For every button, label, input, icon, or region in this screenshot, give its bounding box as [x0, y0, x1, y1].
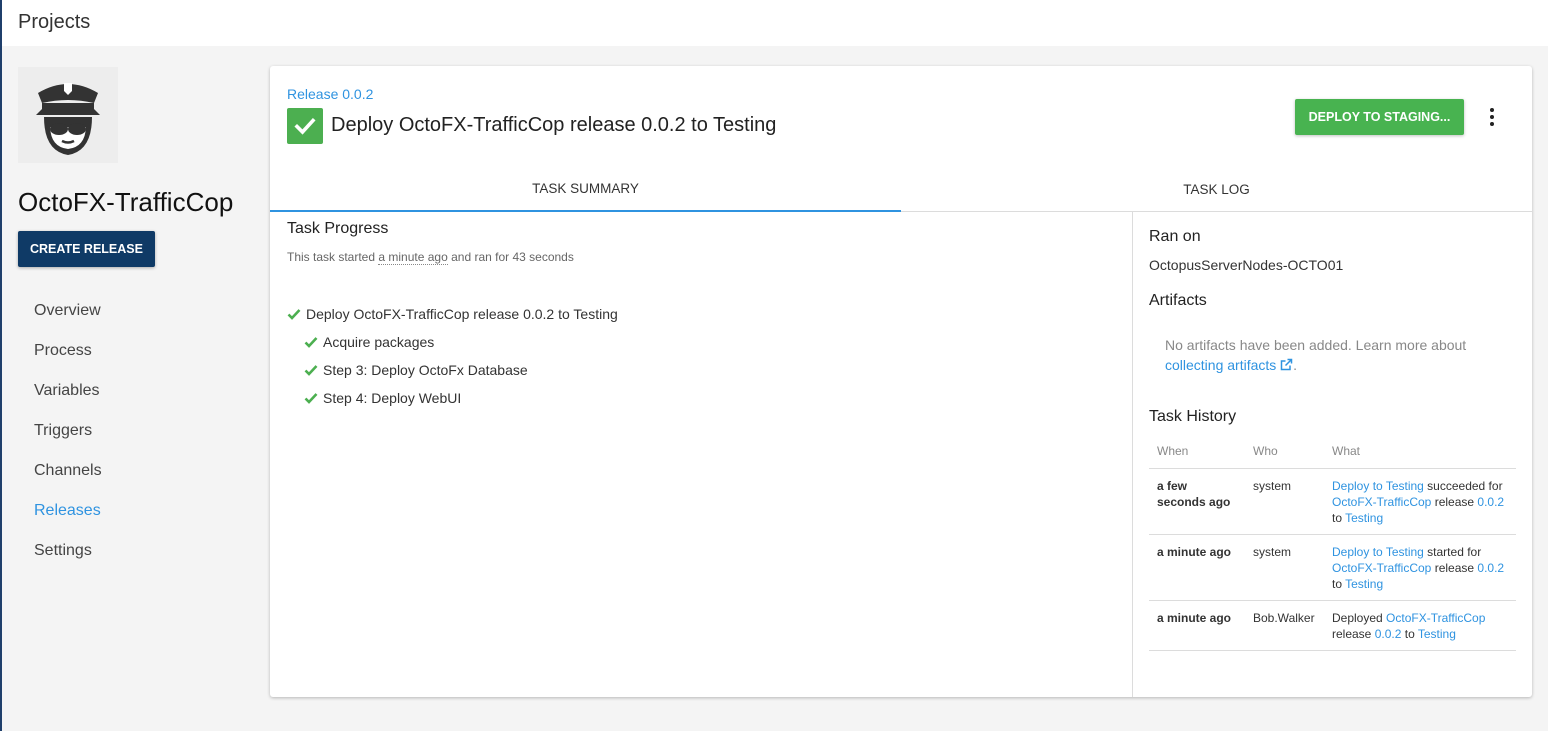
task-tabs: TASK SUMMARY TASK LOG: [270, 166, 1532, 212]
task-history-table: When Who What a few seconds ago system D…: [1149, 434, 1516, 651]
release-version-link[interactable]: 0.0.2: [1477, 561, 1504, 575]
column-what: What: [1324, 434, 1516, 469]
success-status-badge: [287, 108, 323, 144]
history-when: a minute ago: [1149, 534, 1245, 601]
nav-item-overview[interactable]: Overview: [34, 302, 102, 342]
task-title: Deploy OctoFX-TrafficCop release 0.0.2 t…: [331, 114, 777, 136]
release-version-link[interactable]: 0.0.2: [1477, 495, 1504, 509]
history-text: to: [1401, 626, 1418, 641]
check-icon: [304, 336, 318, 348]
task-details-pane: Ran on OctopusServerNodes-OCTO01 Artifac…: [1132, 212, 1532, 697]
nav-item-channels[interactable]: Channels: [34, 462, 102, 502]
step-label: Deploy OctoFX-TrafficCop release 0.0.2 t…: [306, 306, 618, 322]
tab-task-log[interactable]: TASK LOG: [901, 166, 1532, 212]
task-link[interactable]: Deploy to Testing: [1332, 479, 1424, 493]
project-name: OctoFX-TrafficCop: [18, 187, 234, 217]
project-link[interactable]: OctoFX-TrafficCop: [1386, 611, 1485, 625]
external-link-icon: [1280, 358, 1293, 371]
task-step[interactable]: Step 4: Deploy WebUI: [287, 384, 618, 412]
tab-task-summary[interactable]: TASK SUMMARY: [270, 166, 901, 212]
summary-prefix: This task started: [287, 250, 379, 264]
police-officer-icon: [36, 83, 100, 155]
table-header-row: When Who What: [1149, 434, 1516, 469]
nav-item-triggers[interactable]: Triggers: [34, 422, 102, 462]
task-step[interactable]: Acquire packages: [287, 328, 618, 356]
task-history-heading: Task History: [1149, 408, 1237, 425]
link-label: collecting artifacts: [1165, 357, 1277, 373]
history-who: Bob.Walker: [1245, 600, 1324, 651]
summary-suffix: and ran for 43 seconds: [447, 250, 574, 264]
table-row: a few seconds ago system Deploy to Testi…: [1149, 468, 1516, 535]
table-row: a minute ago Bob.Walker Deployed OctoFX-…: [1149, 600, 1516, 651]
page-title: Projects: [18, 11, 91, 33]
nav-item-process[interactable]: Process: [34, 342, 102, 382]
deploy-to-staging-button[interactable]: DEPLOY TO STAGING...: [1295, 99, 1464, 135]
release-link[interactable]: Release 0.0.2: [287, 86, 373, 102]
task-link[interactable]: Deploy to Testing: [1332, 545, 1424, 559]
check-icon: [294, 117, 316, 135]
ran-on-heading: Ran on: [1149, 228, 1201, 245]
task-progress-heading: Task Progress: [287, 220, 389, 237]
ran-on-value: OctopusServerNodes-OCTO01: [1149, 257, 1344, 273]
history-text: Deployed: [1332, 610, 1387, 625]
column-who: Who: [1245, 434, 1324, 469]
artifacts-heading: Artifacts: [1149, 292, 1207, 309]
nav-item-settings[interactable]: Settings: [34, 542, 102, 582]
release-version-link[interactable]: 0.0.2: [1375, 627, 1402, 641]
history-text: to: [1332, 576, 1346, 591]
history-text: release: [1332, 626, 1375, 641]
artifacts-period: .: [1293, 357, 1298, 373]
history-text: started for: [1423, 544, 1482, 559]
environment-link[interactable]: Testing: [1418, 627, 1456, 641]
artifacts-text: No artifacts have been added. Learn more…: [1165, 337, 1467, 353]
nav-item-releases[interactable]: Releases: [34, 502, 102, 542]
task-step-tree: Deploy OctoFX-TrafficCop release 0.0.2 t…: [287, 300, 618, 412]
task-step-root[interactable]: Deploy OctoFX-TrafficCop release 0.0.2 t…: [287, 300, 618, 328]
task-progress-pane: Task Progress This task started a minute…: [270, 212, 1132, 697]
create-release-button[interactable]: CREATE RELEASE: [18, 231, 155, 267]
more-vertical-icon[interactable]: [1482, 104, 1502, 130]
project-sidebar: OctoFX-TrafficCop CREATE RELEASE Overvie…: [2, 46, 264, 731]
collecting-artifacts-link[interactable]: collecting artifacts: [1165, 357, 1293, 373]
history-what: Deploy to Testing succeeded for OctoFX-T…: [1324, 468, 1516, 535]
step-label: Step 3: Deploy OctoFx Database: [323, 362, 528, 378]
history-text: release: [1431, 494, 1478, 509]
history-what: Deployed OctoFX-TrafficCop release 0.0.2…: [1324, 600, 1516, 651]
top-bar: Projects: [2, 0, 1548, 46]
table-row: a minute ago system Deploy to Testing st…: [1149, 534, 1516, 601]
environment-link[interactable]: Testing: [1345, 511, 1383, 525]
project-logo: [18, 67, 118, 163]
history-when: a minute ago: [1149, 600, 1245, 651]
artifacts-empty-message: No artifacts have been added. Learn more…: [1165, 335, 1505, 375]
task-progress-summary: This task started a minute ago and ran f…: [287, 250, 574, 265]
column-when: When: [1149, 434, 1245, 469]
task-card: Release 0.0.2 Deploy OctoFX-TrafficCop r…: [270, 66, 1532, 697]
history-when: a few seconds ago: [1149, 468, 1245, 535]
history-text: release: [1431, 560, 1478, 575]
history-who: system: [1245, 468, 1324, 535]
history-text: to: [1332, 510, 1346, 525]
check-icon: [287, 308, 301, 320]
environment-link[interactable]: Testing: [1345, 577, 1383, 591]
history-text: succeeded for: [1423, 478, 1503, 493]
check-icon: [304, 392, 318, 404]
project-link[interactable]: OctoFX-TrafficCop: [1332, 495, 1431, 509]
start-time: a minute ago: [378, 250, 448, 265]
step-label: Step 4: Deploy WebUI: [323, 390, 462, 406]
project-nav: Overview Process Variables Triggers Chan…: [34, 302, 102, 582]
nav-item-variables[interactable]: Variables: [34, 382, 102, 422]
step-label: Acquire packages: [323, 334, 435, 350]
history-what: Deploy to Testing started for OctoFX-Tra…: [1324, 534, 1516, 601]
history-who: system: [1245, 534, 1324, 601]
task-step[interactable]: Step 3: Deploy OctoFx Database: [287, 356, 618, 384]
check-icon: [304, 364, 318, 376]
project-link[interactable]: OctoFX-TrafficCop: [1332, 561, 1431, 575]
